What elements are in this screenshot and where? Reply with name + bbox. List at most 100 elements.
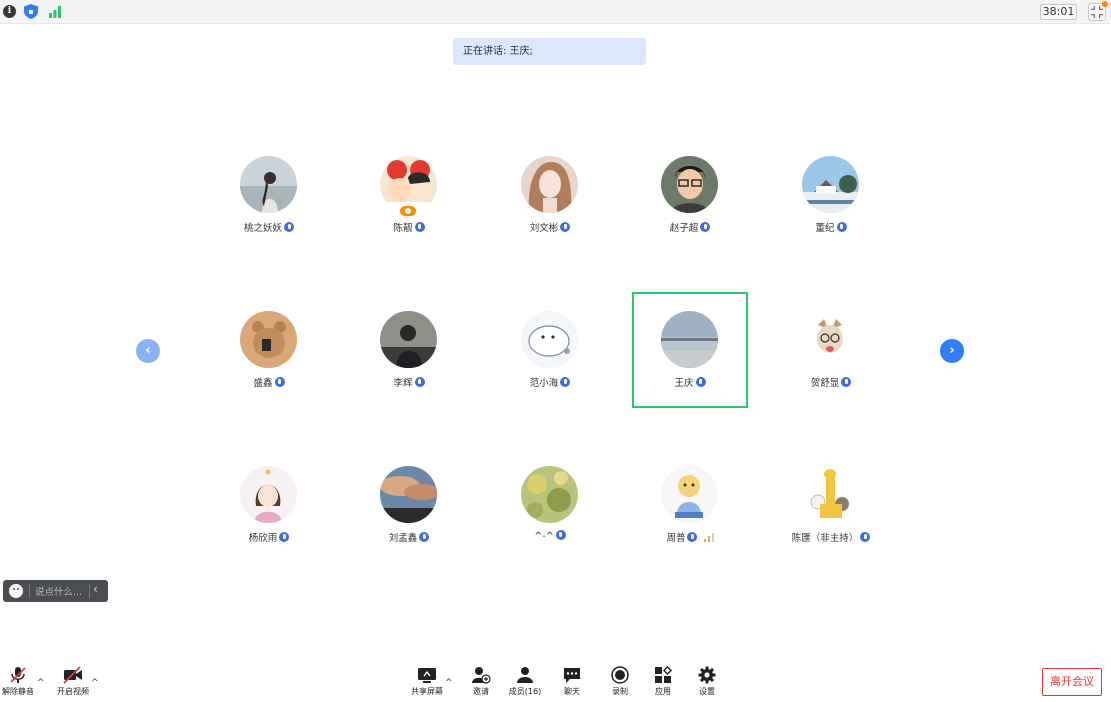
chat-bubble-icon xyxy=(564,668,580,683)
leave-meeting-button[interactable]: 离开会议 xyxy=(1042,668,1102,696)
emoji-icon[interactable] xyxy=(9,584,23,598)
participant-name: 贺舒显 xyxy=(753,375,909,389)
apps-grid-icon xyxy=(655,666,673,683)
members-label: 成员(16) xyxy=(508,687,542,696)
participant-name: 桃之妖妖 xyxy=(191,220,347,234)
avatar xyxy=(240,311,297,368)
microphone-icon xyxy=(419,532,430,542)
avatar xyxy=(521,311,578,368)
participant-tile[interactable]: 桃之妖妖 xyxy=(211,156,327,272)
unmute-button[interactable]: 解除静音 xyxy=(0,666,36,697)
avatar xyxy=(802,311,859,368)
microphone-icon xyxy=(560,222,571,232)
participant-tile[interactable]: 赵子超 xyxy=(632,156,748,272)
volume-level-icon xyxy=(703,533,714,542)
next-page-button[interactable]: › xyxy=(940,339,964,363)
chat-label: 聊天 xyxy=(564,687,580,696)
chat-placeholder[interactable]: 说点什么... xyxy=(35,584,82,598)
apps-label: 应用 xyxy=(655,687,671,696)
shield-icon[interactable] xyxy=(24,4,38,19)
members-button[interactable]: 成员(16) xyxy=(507,666,543,697)
start-video-label: 开启视频 xyxy=(57,687,89,696)
participant-tile[interactable]: 董纪 xyxy=(773,156,889,272)
participant-name: 赵子超 xyxy=(612,220,768,234)
record-icon xyxy=(611,666,629,684)
video-off-icon xyxy=(63,666,82,684)
avatar xyxy=(521,466,578,523)
apps-button[interactable]: 应用 xyxy=(648,666,678,697)
host-badge-icon xyxy=(400,206,416,216)
share-screen-button[interactable]: 共享屏幕 xyxy=(408,666,446,697)
previous-page-button[interactable]: ‹ xyxy=(136,339,160,363)
invite-button[interactable]: 邀请 xyxy=(466,666,496,697)
microphone-icon xyxy=(279,532,290,542)
microphone-icon xyxy=(555,530,566,540)
meeting-timer: 38:01 xyxy=(1040,4,1077,20)
participant-name: 杨欣雨 xyxy=(191,530,347,544)
participant-tile[interactable]: 刘孟鑫 xyxy=(351,466,467,582)
invite-label: 邀请 xyxy=(473,687,489,696)
participant-tile[interactable]: 盛鑫 xyxy=(211,311,327,427)
participant-tile[interactable]: 杨欣雨 xyxy=(211,466,327,582)
avatar xyxy=(380,311,437,368)
avatar xyxy=(661,466,718,523)
avatar xyxy=(802,466,859,523)
chat-input-bar[interactable]: 说点什么... ‹ xyxy=(3,580,108,602)
video-options-chevron-icon[interactable]: ^ xyxy=(91,678,99,688)
participant-tile[interactable]: 刘文彬 xyxy=(492,156,608,272)
participant-tile[interactable]: 陈匯（非主持） xyxy=(773,466,889,582)
participant-tile[interactable]: 贺舒显 xyxy=(773,311,889,427)
settings-button[interactable]: 设置 xyxy=(692,666,722,697)
muted-microphone-icon xyxy=(10,667,26,683)
avatar xyxy=(240,466,297,523)
avatar xyxy=(661,156,718,213)
share-screen-icon xyxy=(418,668,436,683)
participant-name: 周普 xyxy=(612,530,768,544)
microphone-icon xyxy=(560,377,571,387)
participant-tile[interactable]: 周普 xyxy=(632,466,748,582)
start-video-button[interactable]: 开启视频 xyxy=(55,666,91,697)
microphone-icon xyxy=(414,222,425,232)
microphone-icon xyxy=(841,377,852,387)
top-bar: i 38:01 xyxy=(0,0,1111,24)
collapse-chevron-icon[interactable]: ‹ xyxy=(93,582,98,596)
record-label: 录制 xyxy=(612,687,628,696)
microphone-icon xyxy=(860,532,871,542)
avatar xyxy=(661,311,718,368)
signal-icon[interactable] xyxy=(48,5,62,18)
gear-icon xyxy=(698,666,716,684)
settings-label: 设置 xyxy=(699,687,715,696)
divider xyxy=(89,584,90,598)
share-options-chevron-icon[interactable]: ^ xyxy=(445,678,453,688)
notification-dot xyxy=(1102,1,1108,7)
info-icon[interactable]: i xyxy=(3,5,16,18)
participant-tile[interactable]: 李辉 xyxy=(351,311,467,427)
participant-name: 刘文彬 xyxy=(472,220,628,234)
participant-name: 盛鑫 xyxy=(191,375,347,389)
participant-tile[interactable]: ^-^ xyxy=(492,466,608,582)
avatar xyxy=(380,156,437,213)
speaking-banner: 正在讲话: 王庆; xyxy=(453,38,646,65)
participant-name: 李辉 xyxy=(331,375,487,389)
avatar xyxy=(240,156,297,213)
microphone-icon xyxy=(687,532,698,542)
share-screen-label: 共享屏幕 xyxy=(411,687,443,696)
avatar xyxy=(802,156,859,213)
audio-options-chevron-icon[interactable]: ^ xyxy=(37,678,45,688)
participant-tile[interactable]: 范小海 xyxy=(492,311,608,427)
members-icon xyxy=(517,667,533,683)
invite-user-icon xyxy=(472,667,491,684)
microphone-icon xyxy=(284,222,294,232)
microphone-icon xyxy=(274,377,285,387)
participant-tile[interactable]: 陈靓 xyxy=(351,156,467,272)
participant-name: 陈匯（非主持） xyxy=(753,530,909,544)
participant-name: ^-^ xyxy=(472,530,628,542)
record-button[interactable]: 录制 xyxy=(605,666,635,697)
participant-name: 陈靓 xyxy=(331,220,487,234)
participant-tile-active[interactable]: 王庆 xyxy=(632,311,748,427)
divider xyxy=(29,584,30,598)
participant-name: 刘孟鑫 xyxy=(331,530,487,544)
chat-button[interactable]: 聊天 xyxy=(557,666,587,697)
fullscreen-exit-icon[interactable] xyxy=(1088,1,1108,21)
participant-name: 王庆 xyxy=(612,375,768,389)
